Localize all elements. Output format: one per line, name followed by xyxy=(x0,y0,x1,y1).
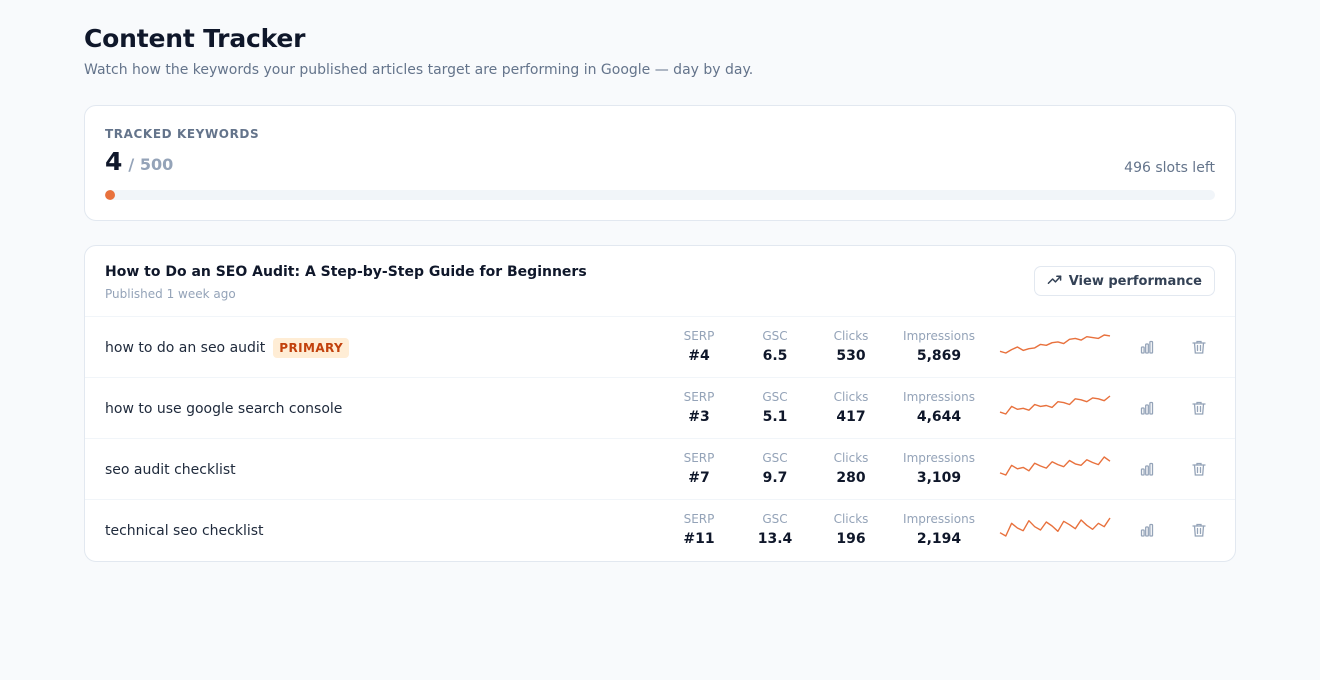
keyword-text: how to do an seo audit xyxy=(105,339,266,356)
tracked-keywords-used: 4 xyxy=(105,147,123,176)
impressions-value: 4,644 xyxy=(916,409,962,425)
primary-badge: PRIMARY xyxy=(273,337,350,358)
slots-left: 496 slots left xyxy=(1124,160,1215,176)
trash-icon[interactable] xyxy=(1189,459,1209,479)
clicks-value: 417 xyxy=(836,409,866,425)
keyword-row: seo audit checklist SERP #7 GSC 9.7 Clic… xyxy=(85,439,1235,500)
bar-chart-icon[interactable] xyxy=(1137,398,1157,418)
clicks-metric: Clicks 530 xyxy=(806,329,896,366)
page-subtitle: Watch how the keywords your published ar… xyxy=(84,62,754,78)
keyword-row: how to do an seo audit PRIMARY SERP #4 G… xyxy=(85,317,1235,378)
page-title: Content Tracker xyxy=(84,24,306,53)
sparkline-path xyxy=(999,517,1111,537)
impressions-value: 2,194 xyxy=(916,531,962,547)
article-title: How to Do an SEO Audit: A Step-by-Step G… xyxy=(105,264,587,280)
quota-progress-fill xyxy=(105,190,115,200)
keyword-row: technical seo checklist SERP #11 GSC 13.… xyxy=(85,500,1235,561)
impressions-value: 5,869 xyxy=(916,348,962,364)
impressions-metric: Impressions 2,194 xyxy=(894,512,984,549)
keyword-row: how to use google search console SERP #3… xyxy=(85,378,1235,439)
clicks-value: 530 xyxy=(836,348,866,364)
impressions-label: Impressions xyxy=(903,512,975,526)
view-performance-label: View performance xyxy=(1068,273,1202,289)
article-card: How to Do an SEO Audit: A Step-by-Step G… xyxy=(84,245,1236,562)
bar-chart-icon[interactable] xyxy=(1137,459,1157,479)
keyword-cell: how to use google search console xyxy=(105,378,342,439)
clicks-metric: Clicks 196 xyxy=(806,512,896,549)
trend-sparkline xyxy=(999,517,1111,537)
impressions-metric: Impressions 5,869 xyxy=(894,329,984,366)
clicks-metric: Clicks 417 xyxy=(806,390,896,427)
impressions-label: Impressions xyxy=(903,329,975,343)
view-performance-button[interactable]: View performance xyxy=(1033,266,1215,296)
keyword-cell: seo audit checklist xyxy=(105,439,236,500)
sparkline-path xyxy=(999,395,1111,415)
tracked-keywords-card: TRACKED KEYWORDS 4 / 500 496 slots left xyxy=(84,105,1236,221)
impressions-metric: Impressions 4,644 xyxy=(894,390,984,427)
clicks-label: Clicks xyxy=(833,451,869,465)
impressions-value: 3,109 xyxy=(916,470,962,486)
impressions-label: Impressions xyxy=(903,390,975,404)
quota-progress-bar xyxy=(105,190,1215,200)
clicks-value: 196 xyxy=(836,531,866,547)
trend-sparkline xyxy=(999,456,1111,476)
keyword-text: seo audit checklist xyxy=(105,461,236,478)
keyword-cell: technical seo checklist xyxy=(105,500,264,561)
trend-sparkline xyxy=(999,395,1111,415)
trash-icon[interactable] xyxy=(1189,337,1209,357)
trash-icon[interactable] xyxy=(1189,398,1209,418)
clicks-metric: Clicks 280 xyxy=(806,451,896,488)
keyword-text: technical seo checklist xyxy=(105,522,264,539)
tracked-keywords-total: / 500 xyxy=(128,155,174,174)
impressions-label: Impressions xyxy=(903,451,975,465)
impressions-metric: Impressions 3,109 xyxy=(894,451,984,488)
sparkline-path xyxy=(999,334,1111,354)
clicks-label: Clicks xyxy=(833,329,869,343)
tracked-keywords-label: TRACKED KEYWORDS xyxy=(105,127,260,141)
clicks-label: Clicks xyxy=(833,390,869,404)
bar-chart-icon[interactable] xyxy=(1137,337,1157,357)
sparkline-path xyxy=(999,456,1111,476)
content-tracker-page: Content Tracker Watch how the keywords y… xyxy=(84,24,1236,562)
clicks-value: 280 xyxy=(836,470,866,486)
tracked-keywords-count: 4 / 500 xyxy=(105,147,173,176)
trending-up-icon xyxy=(1047,272,1062,291)
article-header: How to Do an SEO Audit: A Step-by-Step G… xyxy=(85,246,1235,317)
clicks-label: Clicks xyxy=(833,512,869,526)
trend-sparkline xyxy=(999,334,1111,354)
trash-icon[interactable] xyxy=(1189,520,1209,540)
keyword-text: how to use google search console xyxy=(105,400,343,417)
bar-chart-icon[interactable] xyxy=(1137,520,1157,540)
article-published: Published 1 week ago xyxy=(105,287,236,301)
keyword-list: how to do an seo audit PRIMARY SERP #4 G… xyxy=(85,317,1235,561)
keyword-cell: how to do an seo audit PRIMARY xyxy=(105,317,350,378)
